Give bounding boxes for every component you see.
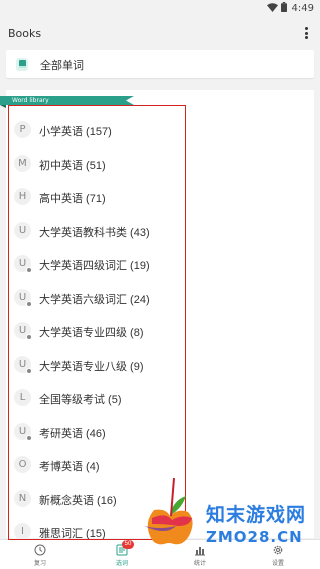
list-item-label: 初中英语 (51): [39, 159, 106, 172]
list-item-label: 考博英语 (4): [39, 461, 100, 473]
word-library-ribbon-label: Word library: [12, 97, 49, 104]
list-item-label: 新概念英语 (16): [39, 494, 117, 507]
nav-review-label: 复习: [33, 561, 46, 567]
status-dot-icon: [26, 367, 32, 374]
letter-avatar: U: [14, 422, 32, 441]
letter-avatar: U: [14, 221, 31, 239]
list-item-label: 大学英语专业八级 (9): [39, 360, 144, 373]
list-item-label: 考研英语 (46): [39, 427, 106, 440]
word-library-ribbon: Word library: [0, 96, 134, 105]
nav-statistics-label: 统计: [193, 561, 206, 567]
letter-avatar: U: [14, 322, 32, 340]
all-words-label: 全部单词: [40, 60, 84, 72]
letter-avatar: N: [14, 489, 31, 507]
letter-avatar: M: [14, 154, 31, 172]
book-icon: [16, 58, 28, 71]
status-dot-icon: [26, 334, 32, 340]
status-time: 4:49: [291, 2, 314, 14]
list-item-label: 小学英语 (157): [39, 126, 112, 138]
list-item[interactable]: U 大学英语四级词汇 (19): [6, 247, 314, 281]
list-item[interactable]: L 全国等级考试 (5): [6, 381, 314, 415]
wifi-icon: [266, 0, 278, 17]
list-item-label: 大学英语教科书类 (43): [39, 226, 150, 239]
all-words-button[interactable]: 全部单词: [6, 50, 314, 78]
nav-review[interactable]: 复习: [10, 540, 70, 569]
list-item-label: 高中英语 (71): [39, 193, 106, 205]
list-item[interactable]: U 大学英语教科书类 (43): [6, 214, 314, 248]
list-item[interactable]: U 大学英语六级词汇 (24): [6, 281, 314, 315]
battery-icon: [280, 0, 287, 17]
app-bar: Books: [0, 16, 320, 52]
list-item-label: 大学英语专业四级 (8): [39, 327, 144, 339]
letter-avatar: L: [14, 389, 31, 406]
status-bar: 4:49: [0, 0, 320, 16]
letter-avatar: H: [14, 188, 31, 205]
list-item[interactable]: M 初中英语 (51): [6, 147, 314, 181]
list-item-label: 大学英语四级词汇 (19): [39, 260, 150, 272]
letter-avatar: U: [14, 255, 32, 273]
nav-select-words-label: 选词: [115, 561, 128, 567]
nav-settings-label: 设置: [271, 561, 284, 567]
nav-settings[interactable]: 设置: [248, 540, 308, 569]
more-options-icon[interactable]: [302, 25, 310, 41]
list-item[interactable]: P 小学英语 (157): [6, 113, 314, 147]
list-item[interactable]: U 考研英语 (46): [6, 415, 314, 449]
list-item-label: 全国等级考试 (5): [39, 394, 122, 406]
list-item[interactable]: U 大学英语专业四级 (8): [6, 314, 314, 348]
letter-avatar: I: [14, 523, 31, 540]
letter-avatar: U: [14, 288, 32, 307]
letter-avatar: U: [14, 355, 32, 374]
notification-badge: 50: [122, 540, 134, 549]
nav-select-words[interactable]: 50 选词: [92, 540, 152, 569]
status-icons: 4:49: [266, 0, 314, 17]
status-dot-icon: [26, 434, 32, 441]
list-item[interactable]: N 新概念英语 (16): [6, 482, 314, 516]
list-item[interactable]: H 高中英语 (71): [6, 180, 314, 214]
clock-icon: [34, 543, 46, 556]
letter-avatar: O: [14, 456, 31, 473]
list-item[interactable]: O 考博英语 (4): [6, 448, 314, 482]
bottom-nav: 复习 50 选词 统计 设置: [0, 539, 320, 569]
status-dot-icon: [26, 300, 32, 307]
word-library-list: P 小学英语 (157) M 初中英语 (51) H 高中英语 (71) U 大…: [6, 113, 314, 549]
chart-icon: [194, 543, 206, 556]
list-item-label: 大学英语六级词汇 (24): [39, 293, 150, 306]
page-title: Books: [8, 27, 42, 40]
nav-statistics[interactable]: 统计: [170, 540, 230, 569]
letter-avatar: P: [14, 121, 31, 138]
status-dot-icon: [26, 267, 32, 273]
gear-icon: [272, 543, 284, 555]
list-item[interactable]: U 大学英语专业八级 (9): [6, 348, 314, 382]
